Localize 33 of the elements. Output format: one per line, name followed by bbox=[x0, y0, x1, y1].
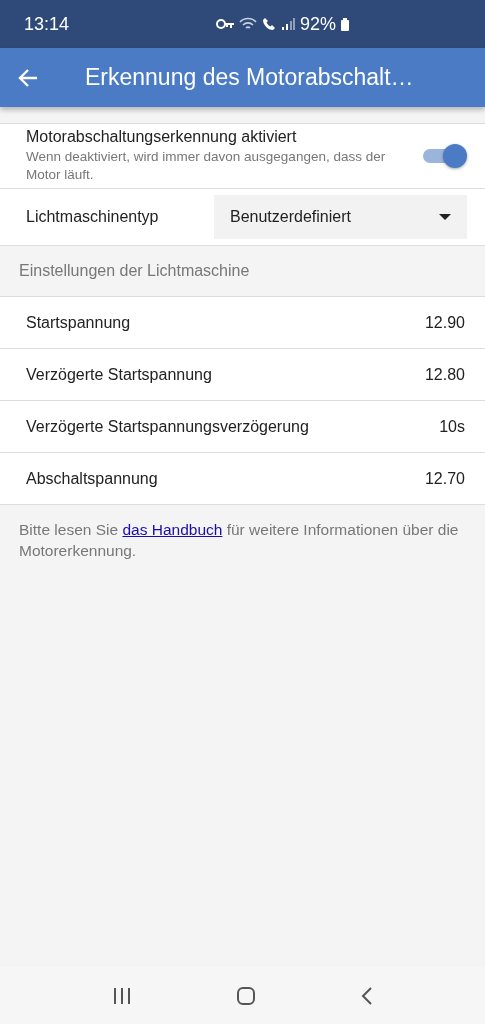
setting-label: Abschaltspannung bbox=[26, 469, 158, 488]
setting-row[interactable]: Verzögerte Startspannung 12.80 bbox=[0, 349, 485, 401]
info-text: Bitte lesen Sie das Handbuch für weitere Informationen über die Motorerkennung. bbox=[19, 520, 460, 561]
setting-value: 12.70 bbox=[424, 469, 465, 488]
recent-apps-icon[interactable] bbox=[112, 986, 133, 1005]
setting-value: 12.90 bbox=[424, 313, 465, 332]
setting-label: Motorabschaltungserkennung aktiviert bbox=[26, 128, 298, 146]
battery-icon bbox=[341, 17, 349, 31]
key-icon bbox=[215, 19, 234, 29]
setting-row[interactable]: Startspannung 12.90 bbox=[0, 297, 485, 349]
setting-description: Wenn deaktiviert, wird immer davon ausgegangen, dass der Motor läuft. bbox=[26, 148, 387, 184]
back-icon[interactable] bbox=[360, 985, 373, 1006]
screen-title: Erkennung des Motorabschalt… bbox=[85, 64, 414, 91]
signal-icon bbox=[280, 18, 295, 30]
section-header: Einstellungen der Lichtmaschine bbox=[19, 262, 250, 279]
setting-value: 12.80 bbox=[424, 365, 465, 384]
caret-icon bbox=[439, 214, 451, 220]
status-time: 13:14 bbox=[24, 13, 70, 35]
dropdown-label: Lichtmaschinentyp bbox=[26, 208, 160, 226]
home-icon[interactable] bbox=[236, 985, 257, 1006]
setting-row[interactable]: Verzögerte Startspannungsverzögerung 10s bbox=[0, 401, 485, 453]
setting-label: Verzögerte Startspannungsverzögerung bbox=[26, 417, 309, 436]
manual-link[interactable]: das Handbuch bbox=[122, 521, 223, 538]
setting-label: Startspannung bbox=[26, 313, 131, 332]
battery-percent: 92% bbox=[299, 13, 336, 35]
toggle-switch[interactable] bbox=[421, 144, 467, 168]
setting-value: 10s bbox=[439, 417, 465, 436]
setting-row[interactable]: Abschaltspannung 12.70 bbox=[0, 453, 485, 504]
wifi-icon bbox=[238, 17, 257, 31]
call-icon bbox=[261, 17, 276, 31]
dropdown-field[interactable]: Benutzerdefiniert bbox=[214, 195, 467, 239]
back-arrow-icon[interactable] bbox=[18, 68, 38, 87]
setting-label: Verzögerte Startspannung bbox=[26, 365, 212, 384]
